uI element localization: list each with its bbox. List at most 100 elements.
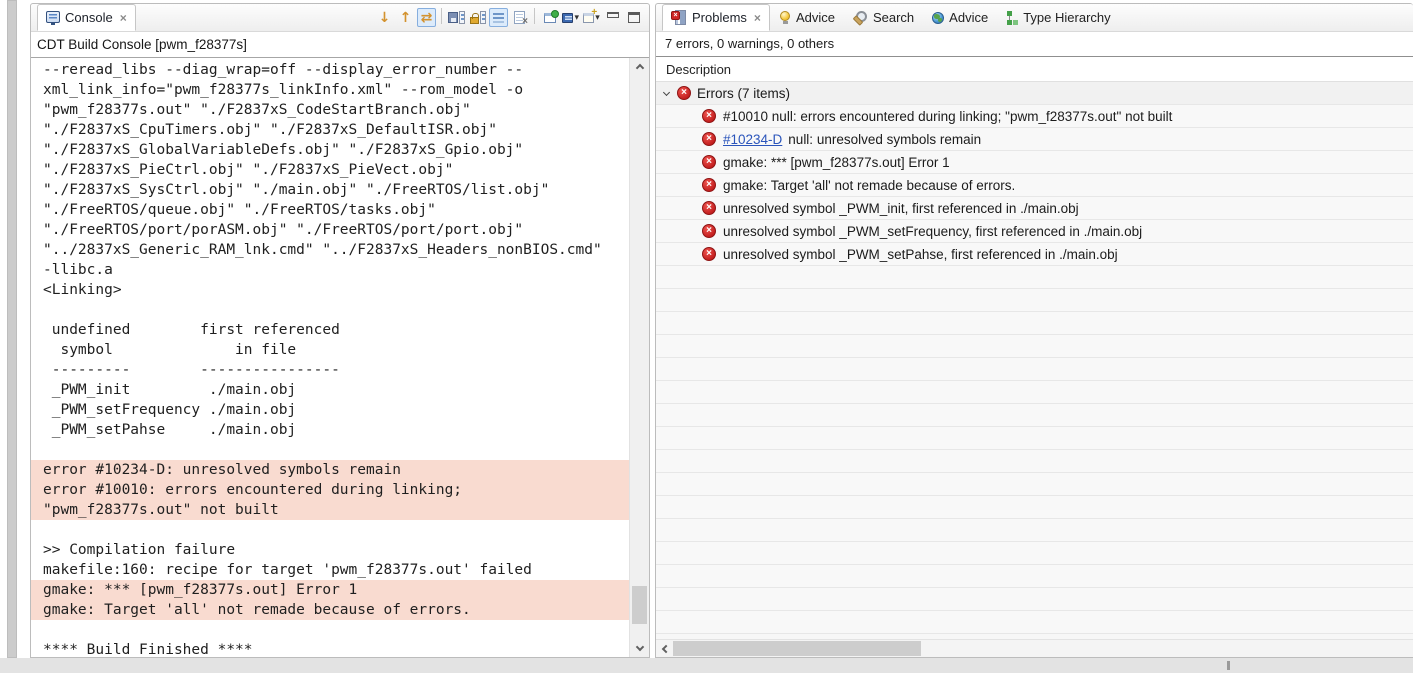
empty-row	[656, 427, 1413, 450]
console-line	[31, 620, 629, 640]
save-console-button[interactable]	[447, 8, 466, 27]
next-error-button[interactable]: ↓	[375, 8, 394, 27]
empty-row	[656, 266, 1413, 289]
sash-grip	[1227, 661, 1230, 670]
console-error-line[interactable]: "pwm_f28377s.out" not built	[31, 500, 629, 520]
console-line: _PWM_init ./main.obj	[31, 380, 629, 400]
monitor-icon	[562, 13, 573, 23]
close-icon[interactable]: ×	[754, 11, 761, 25]
console-line	[31, 300, 629, 320]
empty-row	[656, 496, 1413, 519]
empty-row	[656, 381, 1413, 404]
problem-description: #10234-D null: unresolved symbols remain	[723, 132, 981, 147]
show-error-in-context-button[interactable]: ⇄	[417, 8, 436, 27]
scroll-up-button[interactable]	[630, 58, 650, 75]
tab-console[interactable]: Console ×	[37, 4, 136, 31]
toolbar-separator	[441, 8, 442, 24]
console-tabbar: Console × ↓ ↑ ⇄ ▾ ▾	[31, 4, 649, 32]
display-selected-console-button[interactable]: ▾	[561, 8, 580, 27]
lock-icon	[470, 17, 479, 24]
scroll-left-button[interactable]	[656, 640, 673, 657]
console-line	[31, 520, 629, 540]
floppy-icon	[448, 12, 458, 23]
problems-horizontal-scrollbar[interactable]	[656, 639, 1413, 657]
console-line: "./FreeRTOS/queue.obj" "./FreeRTOS/tasks…	[31, 200, 629, 220]
empty-row	[656, 358, 1413, 381]
empty-row	[656, 611, 1413, 634]
tab-advice-web[interactable]: Advice	[924, 4, 996, 31]
toolbar-separator	[534, 8, 535, 24]
problem-description: #10010 null: errors encountered during l…	[723, 109, 1172, 124]
scrollbar-thumb[interactable]	[673, 641, 921, 656]
scroll-down-button[interactable]	[630, 640, 650, 657]
clear-console-button[interactable]	[510, 8, 529, 27]
problem-row[interactable]: ×#10010 null: errors encountered during …	[656, 105, 1413, 128]
console-line: symbol in file	[31, 340, 629, 360]
swap-arrows-icon: ⇄	[421, 11, 433, 25]
open-console-button[interactable]: ▾	[582, 8, 601, 27]
error-code-link[interactable]: #10234-D	[723, 132, 782, 147]
problem-row[interactable]: ×gmake: Target 'all' not remade because …	[656, 174, 1413, 197]
console-line: _PWM_setFrequency ./main.obj	[31, 400, 629, 420]
console-error-line[interactable]: error #10234-D: unresolved symbols remai…	[31, 460, 629, 480]
console-line: undefined first referenced	[31, 320, 629, 340]
problem-row[interactable]: × gmake: *** [pwm_f28377s.out] Error 1	[656, 151, 1413, 174]
console-view: Console × ↓ ↑ ⇄ ▾ ▾ CDT Build Console [p…	[30, 3, 650, 658]
new-window-icon	[583, 13, 594, 23]
tab-type-hierarchy[interactable]: Type Hierarchy	[998, 4, 1118, 31]
console-vertical-scrollbar[interactable]	[629, 58, 649, 657]
console-error-line[interactable]: gmake: *** [pwm_f28377s.out] Error 1	[31, 580, 629, 600]
errors-group-row[interactable]: × Errors (7 items)	[656, 82, 1413, 105]
clear-page-icon	[514, 11, 525, 24]
problems-tab-label: Problems	[692, 10, 747, 25]
console-line: makefile:160: recipe for target 'pwm_f28…	[31, 560, 629, 580]
console-line: "../2837xS_Generic_RAM_lnk.cmd" "../F283…	[31, 240, 629, 260]
console-line: "pwm_f28377s.out" "./F2837xS_CodeStartBr…	[31, 100, 629, 120]
problem-text: gmake: *** [pwm_f28377s.out] Error 1	[723, 155, 950, 170]
console-line: **** Build Finished ****	[31, 640, 629, 657]
console-line: --------- ----------------	[31, 360, 629, 380]
problem-description: unresolved symbol _PWM_init, first refer…	[723, 201, 1079, 216]
problem-row[interactable]: ×#10234-Dnull: unresolved symbols remain	[656, 128, 1413, 151]
empty-row	[656, 404, 1413, 427]
console-line: -llibc.a	[31, 260, 629, 280]
console-error-line[interactable]: error #10010: errors encountered during …	[31, 480, 629, 500]
previous-error-button[interactable]: ↑	[396, 8, 415, 27]
description-column-header[interactable]: Description	[656, 57, 1413, 82]
problems-list: × #10010 null: errors encountered during …	[656, 105, 1413, 634]
minimize-button[interactable]	[603, 8, 622, 27]
tab-problems[interactable]: × Problems ×	[662, 4, 770, 31]
word-wrap-button[interactable]	[489, 8, 508, 27]
scrollbar-thumb[interactable]	[632, 586, 647, 624]
problem-row[interactable]: ×unresolved symbol _PWM_setFrequency, fi…	[656, 220, 1413, 243]
tab-search[interactable]: Search	[845, 4, 922, 31]
problem-text: null: unresolved symbols remain	[788, 132, 981, 147]
advice2-tab-label: Advice	[949, 10, 988, 25]
maximize-icon	[628, 12, 640, 23]
console-line: "./F2837xS_GlobalVariableDefs.obj" "./F2…	[31, 140, 629, 160]
window-bottom-strip	[0, 658, 1413, 673]
console-line: "./F2837xS_CpuTimers.obj" "./F2837xS_Def…	[31, 120, 629, 140]
console-line: >> Compilation failure	[31, 540, 629, 560]
problem-description: unresolved symbol _PWM_setFrequency, fir…	[723, 224, 1142, 239]
console-error-line[interactable]: gmake: Target 'all' not remade because o…	[31, 600, 629, 620]
problem-text: gmake: Target 'all' not remade because o…	[723, 178, 1015, 193]
console-line: "./F2837xS_SysCtrl.obj" "./main.obj" "./…	[31, 180, 629, 200]
up-arrow-icon: ↑	[400, 11, 412, 25]
tab-advice-ccs[interactable]: Advice	[772, 4, 843, 31]
pin-console-button[interactable]	[540, 8, 559, 27]
maximize-button[interactable]	[624, 8, 643, 27]
advice-tab-label: Advice	[796, 10, 835, 25]
search-tab-label: Search	[873, 10, 914, 25]
close-icon[interactable]: ×	[120, 11, 127, 25]
scroll-lock-button[interactable]	[468, 8, 487, 27]
problem-row[interactable]: ×unresolved symbol _PWM_setPahse, first …	[656, 243, 1413, 266]
empty-row	[656, 289, 1413, 312]
problem-row[interactable]: ×unresolved symbol _PWM_init, first refe…	[656, 197, 1413, 220]
chevron-down-icon[interactable]	[663, 88, 670, 95]
error-icon: ×	[702, 155, 716, 169]
search-icon	[853, 11, 868, 25]
error-icon: ×	[702, 247, 716, 261]
problems-tree: Description × Errors (7 items) × #10010 n…	[656, 56, 1413, 639]
empty-row	[656, 565, 1413, 588]
